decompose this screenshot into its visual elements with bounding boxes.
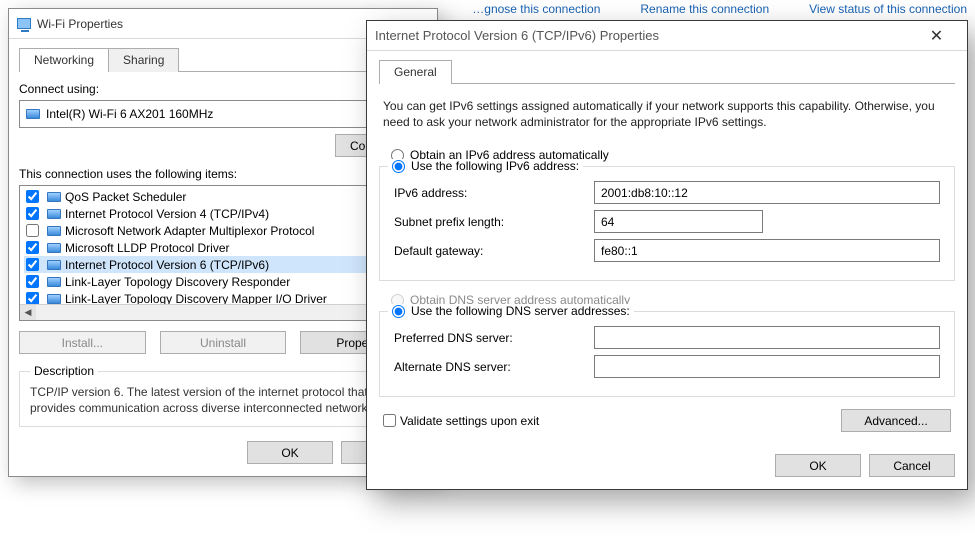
ipv6-title: Internet Protocol Version 6 (TCP/IPv6) P… [375,28,659,43]
prefix-length-label: Subnet prefix length: [394,215,594,229]
list-item-checkbox[interactable] [26,190,39,203]
list-item-label: Microsoft Network Adapter Multiplexor Pr… [65,224,314,238]
radio-ipv6-manual[interactable]: Use the following IPv6 address: [388,159,583,173]
radio-dns-manual[interactable]: Use the following DNS server addresses: [388,304,634,318]
protocol-icon [47,226,61,236]
validate-checkbox[interactable] [383,414,396,427]
list-item[interactable]: QoS Packet Scheduler [24,188,406,205]
list-item-checkbox[interactable] [26,224,39,237]
tab-networking[interactable]: Networking [19,48,109,72]
list-item-checkbox[interactable] [26,241,39,254]
ipv6-address-label: IPv6 address: [394,186,594,200]
ghost-link: Rename this connection [640,2,769,16]
dns-group: Use the following DNS server addresses: … [379,311,955,397]
adapter-icon [26,109,40,119]
wifi-title: Wi-Fi Properties [37,17,123,31]
wifi-ok-button[interactable]: OK [247,441,333,464]
list-item[interactable]: Internet Protocol Version 4 (TCP/IPv4) [24,205,406,222]
ipv6-cancel-button[interactable]: Cancel [869,454,955,477]
ipv6-address-input[interactable] [594,181,940,204]
radio-ipv6-manual-label: Use the following IPv6 address: [411,159,579,173]
tab-sharing[interactable]: Sharing [108,48,179,72]
protocol-icon [47,209,61,219]
list-item-checkbox[interactable] [26,275,39,288]
validate-label: Validate settings upon exit [400,414,539,428]
radio-dns-manual-label: Use the following DNS server addresses: [411,304,630,318]
protocol-icon [47,294,61,304]
wifi-icon [17,18,31,29]
list-item[interactable]: Internet Protocol Version 6 (TCP/IPv6) [24,256,406,273]
default-gateway-label: Default gateway: [394,244,594,258]
radio-ipv6-manual-input[interactable] [392,160,405,173]
list-item-label: QoS Packet Scheduler [65,190,186,204]
protocol-icon [47,192,61,202]
uninstall-button[interactable]: Uninstall [160,331,287,354]
list-item-label: Internet Protocol Version 6 (TCP/IPv6) [65,258,269,272]
advanced-button[interactable]: Advanced... [841,409,951,432]
background-link-fragments: …gnose this connection Rename this conne… [472,0,967,16]
install-button[interactable]: Install... [19,331,146,354]
scrollbar-horizontal[interactable]: ◀ ▶ [20,304,410,320]
default-gateway-input[interactable] [594,239,940,262]
alternate-dns-input[interactable] [594,355,940,378]
list-item[interactable]: Link-Layer Topology Discovery Responder [24,273,406,290]
preferred-dns-input[interactable] [594,326,940,349]
protocol-icon [47,260,61,270]
ghost-link: View status of this connection [809,2,967,16]
list-item[interactable]: Microsoft Network Adapter Multiplexor Pr… [24,222,406,239]
ipv6-ok-button[interactable]: OK [775,454,861,477]
preferred-dns-label: Preferred DNS server: [394,331,594,345]
close-button[interactable]: ✕ [914,22,959,50]
ipv6-titlebar[interactable]: Internet Protocol Version 6 (TCP/IPv6) P… [367,21,967,51]
protocol-icon [47,243,61,253]
tab-general[interactable]: General [379,60,452,84]
ghost-link: …gnose this connection [472,2,600,16]
alternate-dns-label: Alternate DNS server: [394,360,594,374]
prefix-length-input[interactable] [594,210,763,233]
radio-dns-manual-input[interactable] [392,305,405,318]
list-item-checkbox[interactable] [26,258,39,271]
close-icon: ✕ [930,26,943,46]
adapter-name: Intel(R) Wi-Fi 6 AX201 160MHz [46,107,213,121]
description-legend: Description [30,364,98,378]
description-text: TCP/IP version 6. The latest version of … [30,384,416,416]
list-item[interactable]: Microsoft LLDP Protocol Driver [24,239,406,256]
ipv6-address-group: Use the following IPv6 address: IPv6 add… [379,166,955,281]
ipv6-tabs: General [379,59,955,84]
list-item-label: Microsoft LLDP Protocol Driver [65,241,230,255]
list-item-label: Link-Layer Topology Discovery Responder [65,275,290,289]
ipv6-properties-window: Internet Protocol Version 6 (TCP/IPv6) P… [366,20,968,490]
protocol-icon [47,277,61,287]
list-item-checkbox[interactable] [26,207,39,220]
list-item-label: Internet Protocol Version 4 (TCP/IPv4) [65,207,269,221]
intro-text: You can get IPv6 settings assigned autom… [383,98,951,130]
scroll-left-icon[interactable]: ◀ [20,305,36,321]
